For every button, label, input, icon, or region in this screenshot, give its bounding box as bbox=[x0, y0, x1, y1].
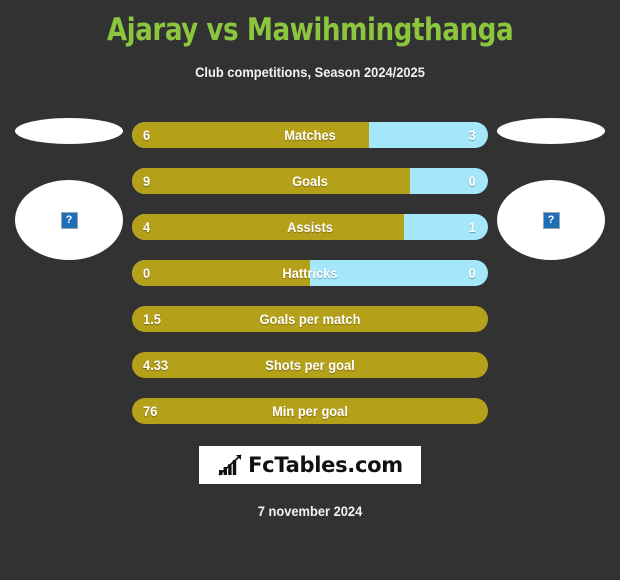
stat-label: Shots per goal bbox=[265, 357, 355, 373]
stat-label: Matches bbox=[284, 127, 336, 143]
stat-label: Hattricks bbox=[282, 265, 338, 281]
home-player-panel: ? bbox=[4, 118, 134, 263]
stat-row: 0 Hattricks 0 bbox=[132, 260, 488, 286]
home-flag-placeholder bbox=[15, 118, 123, 144]
page-subtitle: Club competitions, Season 2024/2025 bbox=[195, 64, 425, 80]
stat-label: Assists bbox=[287, 219, 333, 235]
away-value: 3 bbox=[468, 127, 476, 143]
away-player-panel: ? bbox=[486, 118, 616, 263]
stat-row: 4.33 Shots per goal bbox=[132, 352, 488, 378]
stat-row: 1.5 Goals per match bbox=[132, 306, 488, 332]
away-value: 1 bbox=[468, 219, 476, 235]
stat-row: 9 Goals 0 bbox=[132, 168, 488, 194]
stat-row: 4 Assists 1 bbox=[132, 214, 488, 240]
fctables-logo[interactable]: FcTables.com bbox=[199, 446, 421, 484]
bar-chart-trend-icon bbox=[218, 454, 242, 476]
footer-date: 7 november 2024 bbox=[257, 503, 363, 519]
away-flag-placeholder bbox=[497, 118, 605, 144]
broken-image-icon: ? bbox=[542, 211, 560, 229]
broken-image-icon: ? bbox=[60, 211, 78, 229]
stat-label: Min per goal bbox=[272, 403, 348, 419]
logo-text: FcTables.com bbox=[248, 453, 403, 477]
away-value: 0 bbox=[468, 173, 476, 189]
stat-rows-container: 6 Matches 3 9 Goals 0 4 Assists 1 0 Hattricks 0 1.5 G… bbox=[132, 122, 488, 444]
stat-label: Goals per match bbox=[259, 311, 361, 327]
away-value: 0 bbox=[468, 265, 476, 281]
stat-row: 6 Matches 3 bbox=[132, 122, 488, 148]
page-title: Ajaray vs Mawihmingthanga bbox=[106, 12, 514, 48]
home-player-photo: ? bbox=[15, 180, 123, 260]
stat-comparison-infographic: Ajaray vs Mawihmingthanga Club competiti… bbox=[0, 0, 620, 580]
stat-row: 76 Min per goal bbox=[132, 398, 488, 424]
stat-label: Goals bbox=[292, 173, 328, 189]
away-player-photo: ? bbox=[497, 180, 605, 260]
